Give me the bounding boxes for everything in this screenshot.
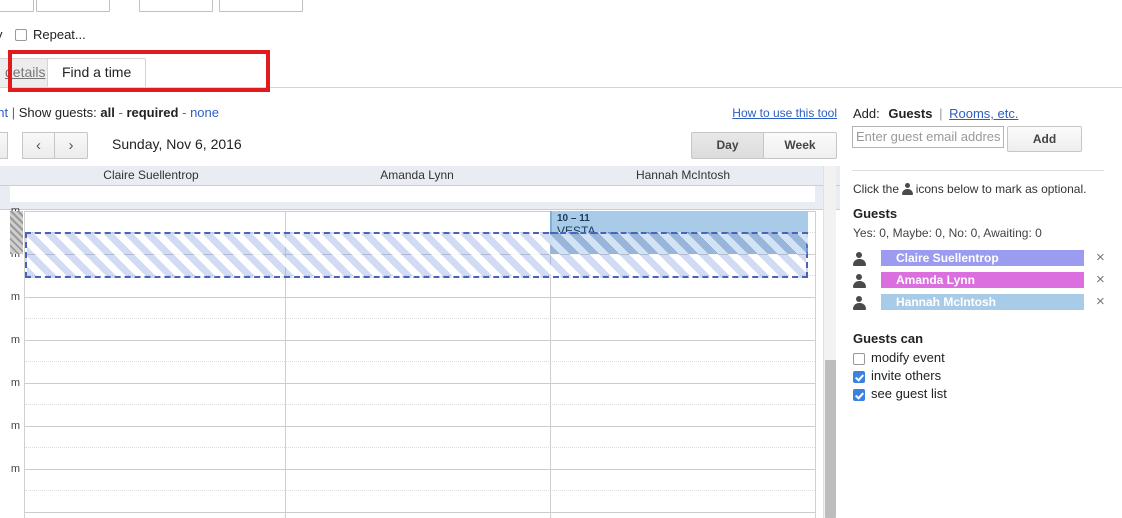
add-label: Add: (853, 106, 880, 121)
availability-calendar[interactable]: Claire Suellentrop Amanda Lynn Hannah Mc… (0, 166, 840, 518)
all-day-lane[interactable] (0, 186, 840, 202)
half-hour-line (25, 404, 815, 405)
hour-line (25, 469, 815, 470)
event-link-partial[interactable]: ent (0, 105, 8, 120)
show-guests-required[interactable]: required (126, 105, 178, 120)
guest-email-input[interactable]: Enter guest email addres (852, 126, 1004, 148)
hour-line (25, 297, 815, 298)
checkbox-see-guest-list[interactable] (853, 389, 865, 401)
column-header-amanda: Amanda Lynn (380, 168, 454, 182)
permission-label: see guest list (871, 386, 947, 401)
guest-name-chip: Hannah McIntosh (881, 294, 1084, 310)
optional-marker-note: Click the icons below to mark as optiona… (853, 182, 1086, 196)
half-hour-line (25, 361, 815, 362)
repeat-label[interactable]: Repeat... (33, 27, 86, 42)
time-label-7: m (10, 463, 20, 475)
all-day-label: y (0, 27, 3, 42)
time-label-3: m (10, 291, 20, 303)
guest-row-amanda[interactable]: Amanda Lynn × (853, 271, 1115, 289)
add-tab-guests[interactable]: Guests (883, 106, 932, 121)
event-time-label: 10 – 11 (557, 213, 590, 224)
person-icon[interactable] (853, 296, 866, 310)
remove-guest-icon[interactable]: × (1096, 271, 1105, 288)
guest-row-claire[interactable]: Claire Suellentrop × (853, 249, 1115, 267)
half-hour-line (25, 447, 815, 448)
half-hour-line (25, 490, 815, 491)
guest-name-chip: Claire Suellentrop (881, 250, 1084, 266)
remove-guest-icon[interactable]: × (1096, 293, 1105, 310)
permission-label: invite others (871, 368, 942, 383)
calendar-scrollbar-thumb[interactable] (825, 360, 836, 518)
time-label-6: m (10, 420, 20, 432)
show-guests-row: ent | Show guests: all - required - none (0, 105, 219, 123)
guests-can-title: Guests can (853, 331, 924, 346)
remove-guest-icon[interactable]: × (1096, 249, 1105, 266)
checkbox-modify-event[interactable] (853, 353, 865, 365)
all-day-separator (0, 202, 840, 210)
permission-label: modify event (871, 350, 945, 365)
guests-rsvp-counts: Yes: 0, Maybe: 0, No: 0, Awaiting: 0 (853, 226, 1042, 240)
column-header-claire: Claire Suellentrop (103, 168, 199, 182)
panel-section-divider (852, 170, 1104, 171)
view-toggle-day[interactable]: Day (691, 132, 764, 159)
next-day-button[interactable]: › (55, 132, 88, 159)
repeat-row: y Repeat... (0, 26, 400, 46)
tab-find-a-time[interactable]: Find a time (47, 58, 147, 87)
start-date-field[interactable]: 1/6 (0, 0, 34, 12)
calendar-body[interactable]: m m m m m m m (0, 205, 840, 518)
event-time-form-strip: 1/6 10:00am to 11:00am 11/6/2016 Time Zo… (0, 0, 1122, 14)
add-guest-button[interactable]: Add (1007, 126, 1082, 152)
person-icon (902, 183, 914, 195)
all-day-lane-gutter (0, 186, 10, 202)
hour-line (25, 340, 815, 341)
end-time-field[interactable]: 11:00am (139, 0, 213, 12)
time-selection-overlap (550, 232, 808, 254)
calendar-nav-row: ‹ › Sunday, Nov 6, 2016 Day Week (0, 132, 840, 160)
view-toggle-week[interactable]: Week (764, 132, 837, 159)
time-label-5: m (10, 377, 20, 389)
add-row-separator: | (939, 106, 943, 121)
guests-panel: Add: Guests | Rooms, etc. Enter guest em… (845, 100, 1122, 518)
guest-name-chip: Amanda Lynn (881, 272, 1084, 288)
add-tab-rooms[interactable]: Rooms, etc. (949, 106, 1018, 121)
hour-line (25, 383, 815, 384)
hour-line (25, 512, 815, 513)
optional-note-suffix: icons below to mark as optional. (915, 182, 1087, 196)
show-guests-none[interactable]: none (190, 105, 219, 120)
hour-line (25, 426, 815, 427)
tab-strip: details Find a time (0, 58, 1122, 88)
calendar-grid[interactable]: 10 – 11 VESTA (25, 211, 816, 518)
current-date-label: Sunday, Nov 6, 2016 (112, 136, 242, 152)
optional-note-prefix: Click the (853, 182, 900, 196)
time-label-4: m (10, 334, 20, 346)
how-to-use-this-tool-link[interactable]: How to use this tool (732, 106, 837, 120)
panel-divider (843, 100, 844, 518)
show-guests-dash-2: - (182, 105, 187, 120)
show-guests-dash-1: - (118, 105, 123, 120)
start-time-field[interactable]: 10:00am (36, 0, 110, 12)
show-guests-all[interactable]: all (100, 105, 114, 120)
time-zone-link[interactable]: Time Zone (310, 0, 372, 12)
checkbox-invite-others[interactable] (853, 371, 865, 383)
person-icon[interactable] (853, 274, 866, 288)
person-icon[interactable] (853, 252, 866, 266)
guest-row-hannah[interactable]: Hannah McIntosh × (853, 293, 1115, 311)
show-guests-pipe: | (11, 105, 16, 120)
today-button[interactable] (0, 132, 8, 159)
show-guests-label: Show guests: (18, 105, 97, 120)
repeat-checkbox[interactable] (15, 29, 27, 41)
prev-day-button[interactable]: ‹ (22, 132, 55, 159)
add-row: Add: Guests | Rooms, etc. (853, 106, 1018, 121)
half-hour-line (25, 318, 815, 319)
time-gutter: m m m m m m m (0, 205, 25, 518)
guests-section-title: Guests (853, 206, 898, 221)
calendar-column-headers: Claire Suellentrop Amanda Lynn Hannah Mc… (0, 166, 840, 186)
past-time-hatch (10, 211, 23, 254)
to-label: to (116, 0, 127, 12)
column-header-hannah: Hannah McIntosh (635, 168, 731, 182)
end-date-field[interactable]: 11/6/2016 (219, 0, 303, 12)
